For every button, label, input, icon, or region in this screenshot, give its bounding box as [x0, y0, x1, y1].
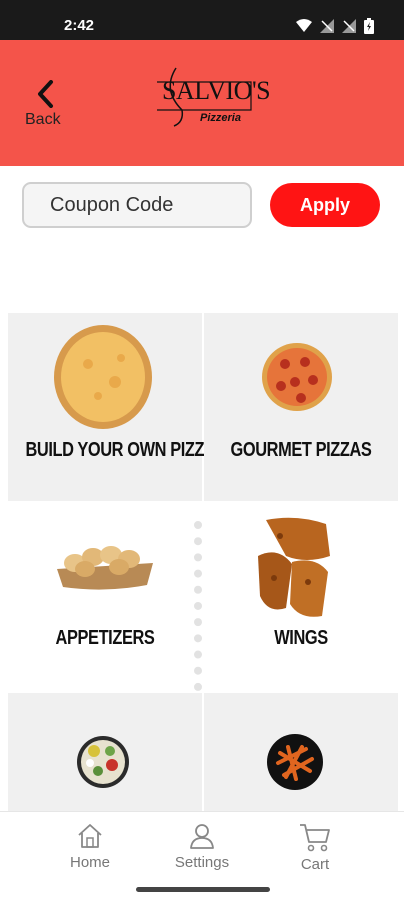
garlic-knots-basket-icon [57, 546, 153, 590]
coupon-code-input[interactable] [22, 182, 252, 228]
cart-icon [300, 824, 330, 852]
back-button[interactable]: Back [20, 78, 72, 134]
category-label: WINGS [274, 627, 328, 649]
user-icon [190, 824, 214, 849]
nav-settings[interactable]: Settings [162, 822, 242, 882]
logo-title: SALVIO'S [162, 76, 271, 105]
signal-icon [320, 19, 334, 33]
cheese-pizza-icon [54, 325, 152, 429]
category-label: BUILD YOUR OWN PIZZA [25, 439, 216, 461]
category-pasta[interactable] [204, 693, 398, 811]
logo-subtitle: Pizzeria [200, 112, 241, 124]
salvios-logo: SALVIO'S Pizzeria [154, 66, 271, 128]
app-header: Back SALVIO'S Pizzeria [0, 40, 404, 166]
nav-home[interactable]: Home [50, 822, 130, 882]
category-wings[interactable]: WINGS [204, 503, 398, 691]
pasta-bowl-icon [267, 734, 323, 790]
signal-icon-2 [342, 19, 356, 33]
status-time: 2:42 [64, 17, 95, 34]
chicken-wings-icon [258, 517, 330, 617]
pepperoni-pizza-icon [262, 343, 332, 411]
category-label: APPETIZERS [55, 627, 155, 649]
nav-cart-label: Cart [300, 856, 330, 873]
category-gourmet-pizzas[interactable]: GOURMET PIZZAS [204, 313, 398, 501]
home-indicator[interactable] [136, 887, 270, 892]
category-appetizers[interactable]: APPETIZERS [8, 503, 202, 691]
battery-icon [364, 18, 374, 34]
nav-settings-label: Settings [174, 854, 230, 871]
wifi-icon [296, 19, 312, 32]
status-icons [296, 18, 374, 34]
category-salads[interactable] [8, 693, 202, 811]
category-build-your-own-pizza[interactable]: BUILD YOUR OWN PIZZA [8, 313, 216, 501]
status-bar: 2:42 [0, 0, 404, 40]
bottom-nav: Home Settings Cart [0, 811, 404, 887]
nav-home-label: Home [69, 854, 110, 871]
home-icon [78, 824, 102, 848]
apply-button[interactable]: Apply [270, 183, 380, 227]
salad-bowl-icon [77, 736, 129, 788]
category-grid: BUILD YOUR OWN PIZZA GOURMET PIZZAS APPE… [8, 313, 398, 811]
back-label: Back [25, 111, 61, 128]
category-label: GOURMET PIZZAS [230, 439, 372, 461]
nav-cart[interactable]: Cart [275, 822, 355, 882]
chevron-left-icon [38, 80, 53, 108]
